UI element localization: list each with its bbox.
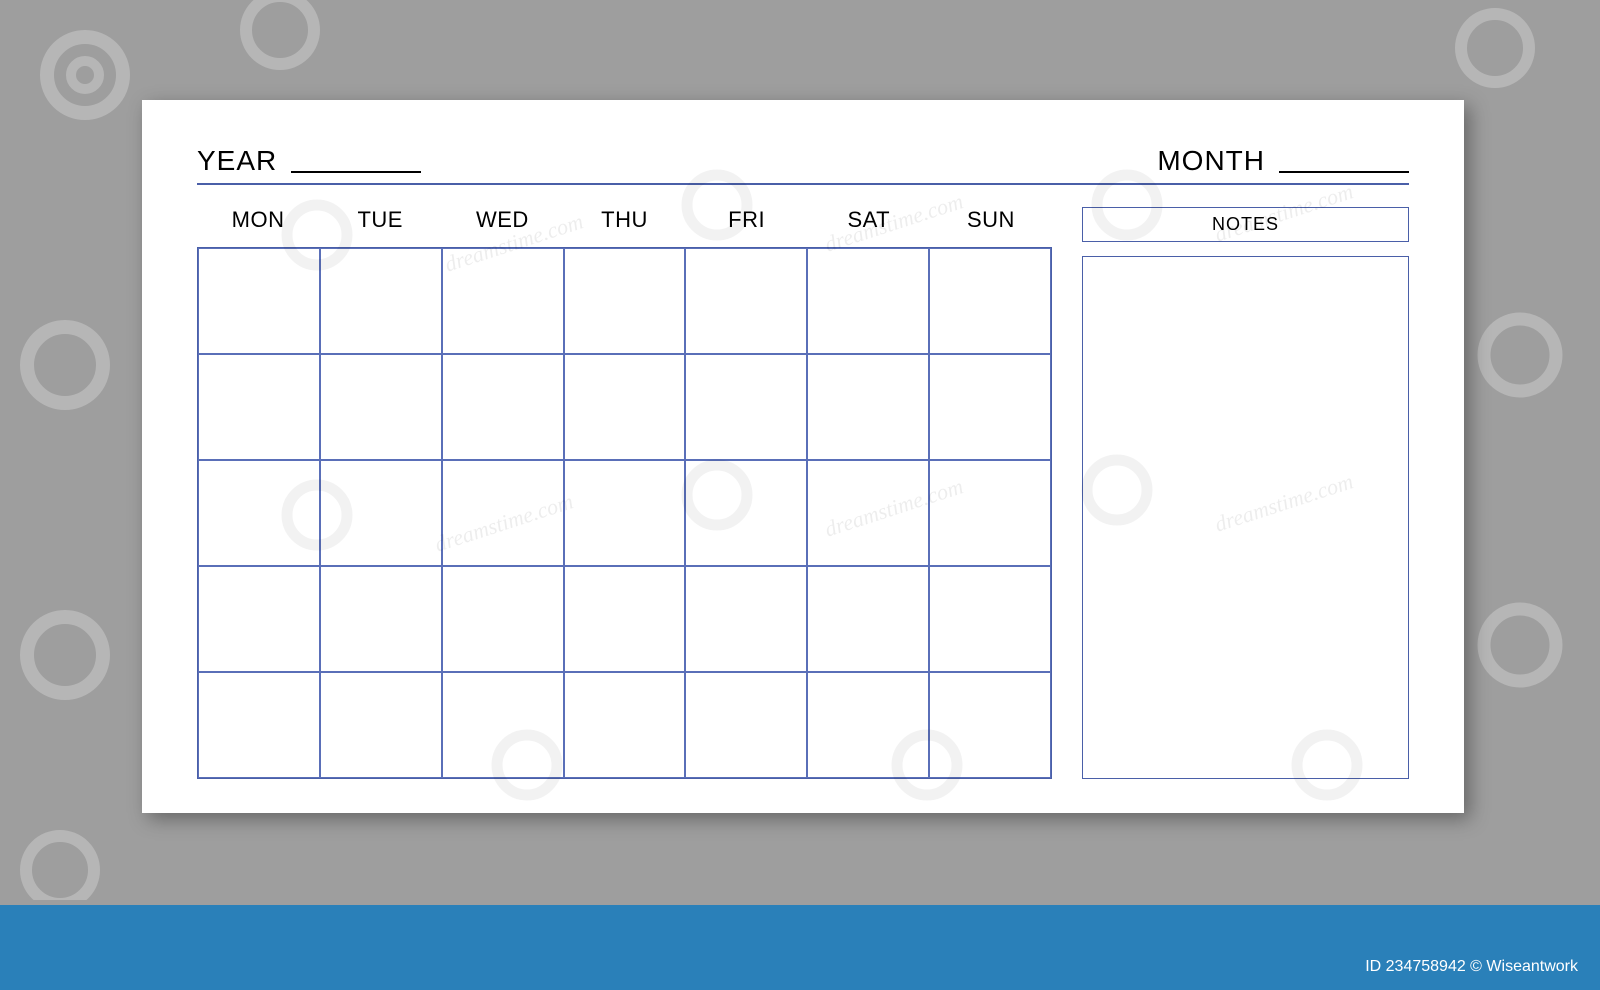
calendar-cell[interactable]	[442, 672, 564, 778]
calendar-cell[interactable]	[564, 672, 686, 778]
calendar-cell[interactable]	[929, 354, 1051, 460]
calendar-cell[interactable]	[198, 248, 320, 354]
calendar-cell[interactable]	[320, 248, 442, 354]
header-divider	[197, 183, 1409, 185]
calendar-cell[interactable]	[685, 566, 807, 672]
calendar-cell[interactable]	[564, 248, 686, 354]
year-label: YEAR	[197, 145, 277, 177]
calendar-cell[interactable]	[685, 672, 807, 778]
day-header-mon: MON	[197, 207, 319, 233]
calendar-cell[interactable]	[442, 354, 564, 460]
content-row: MON TUE WED THU FRI SAT SUN NOTES	[197, 207, 1409, 779]
year-blank-line[interactable]	[291, 171, 421, 173]
watermark-swirl-icon	[1465, 590, 1575, 700]
watermark-swirl-icon	[10, 820, 110, 900]
calendar-cell[interactable]	[564, 460, 686, 566]
month-blank-line[interactable]	[1279, 171, 1409, 173]
calendar-cell[interactable]	[198, 566, 320, 672]
calendar-cell[interactable]	[929, 566, 1051, 672]
calendar-cell[interactable]	[198, 460, 320, 566]
notes-area: NOTES	[1082, 207, 1409, 779]
watermark-swirl-icon	[10, 600, 120, 710]
planner-sheet: dreamstime.com dreamstime.com dreamstime…	[142, 100, 1464, 813]
calendar-cell[interactable]	[320, 460, 442, 566]
calendar-cell[interactable]	[929, 672, 1051, 778]
calendar-cell[interactable]	[320, 566, 442, 672]
calendar-grid	[197, 247, 1052, 779]
calendar-cell[interactable]	[442, 566, 564, 672]
header-row: YEAR MONTH	[197, 145, 1409, 177]
calendar-cell[interactable]	[929, 248, 1051, 354]
month-group: MONTH	[1157, 145, 1409, 177]
year-group: YEAR	[197, 145, 421, 177]
month-label: MONTH	[1157, 145, 1265, 177]
calendar-cell[interactable]	[198, 672, 320, 778]
calendar-cell[interactable]	[807, 354, 929, 460]
watermark-swirl-icon	[230, 0, 330, 80]
bottom-bar: ID 234758942 © Wiseantwork	[0, 905, 1600, 990]
calendar-cell[interactable]	[320, 672, 442, 778]
day-header-fri: FRI	[686, 207, 808, 233]
calendar-cell[interactable]	[564, 354, 686, 460]
watermark-swirl-icon	[30, 20, 140, 130]
calendar-cell[interactable]	[685, 248, 807, 354]
day-header-tue: TUE	[319, 207, 441, 233]
watermark-swirl-icon	[1465, 300, 1575, 410]
calendar-cell[interactable]	[564, 566, 686, 672]
calendar-cell[interactable]	[320, 354, 442, 460]
calendar-cell[interactable]	[685, 354, 807, 460]
watermark-swirl-icon	[10, 310, 120, 420]
calendar-cell[interactable]	[198, 354, 320, 460]
calendar-cell[interactable]	[685, 460, 807, 566]
attribution-text: ID 234758942 © Wiseantwork	[1365, 958, 1578, 976]
calendar-cell[interactable]	[807, 248, 929, 354]
watermark-swirl-icon	[1445, 8, 1545, 98]
calendar-cell[interactable]	[807, 672, 929, 778]
calendar-cell[interactable]	[807, 566, 929, 672]
